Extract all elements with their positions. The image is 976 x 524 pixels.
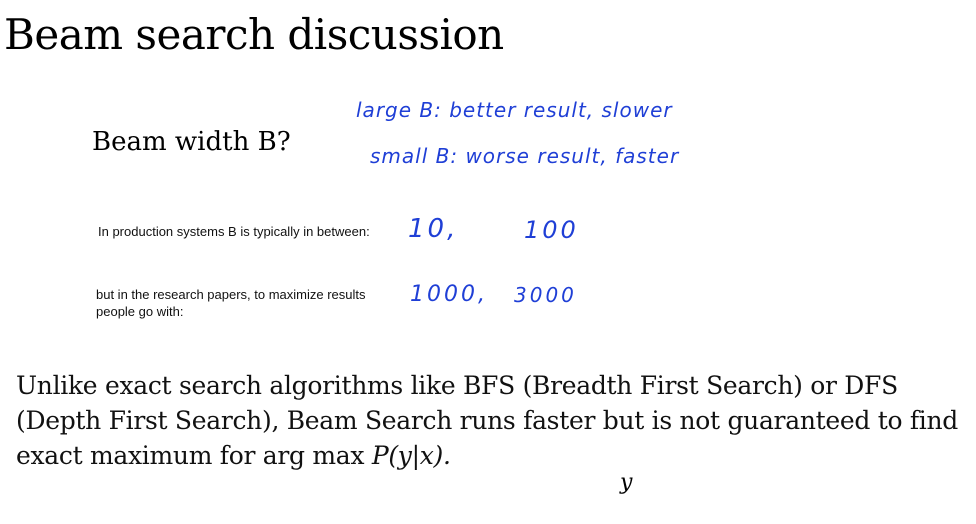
handwritten-small-b-note: small B: worse result, faster [370, 144, 680, 168]
handwritten-large-b-note: large B: better result, slower [356, 98, 673, 122]
summary-paragraph: Unlike exact search algorithms like BFS … [16, 368, 966, 473]
handwritten-production-low: 10, [408, 214, 459, 244]
beam-width-question: Beam width B? [92, 127, 291, 157]
handwritten-research-high: 3000 [514, 283, 577, 307]
handwritten-production-high: 100 [524, 216, 579, 244]
slide: Beam search discussion Beam width B? lar… [0, 0, 976, 524]
slide-title: Beam search discussion [4, 10, 504, 59]
probability-expression: P(y|x). [371, 441, 451, 470]
handwritten-research-low: 1000, [410, 282, 488, 307]
research-note: but in the research papers, to maximize … [96, 287, 366, 319]
argmax-subscript: y [620, 470, 633, 495]
summary-text: Unlike exact search algorithms like BFS … [16, 371, 959, 470]
production-note: In production systems B is typically in … [98, 224, 370, 239]
